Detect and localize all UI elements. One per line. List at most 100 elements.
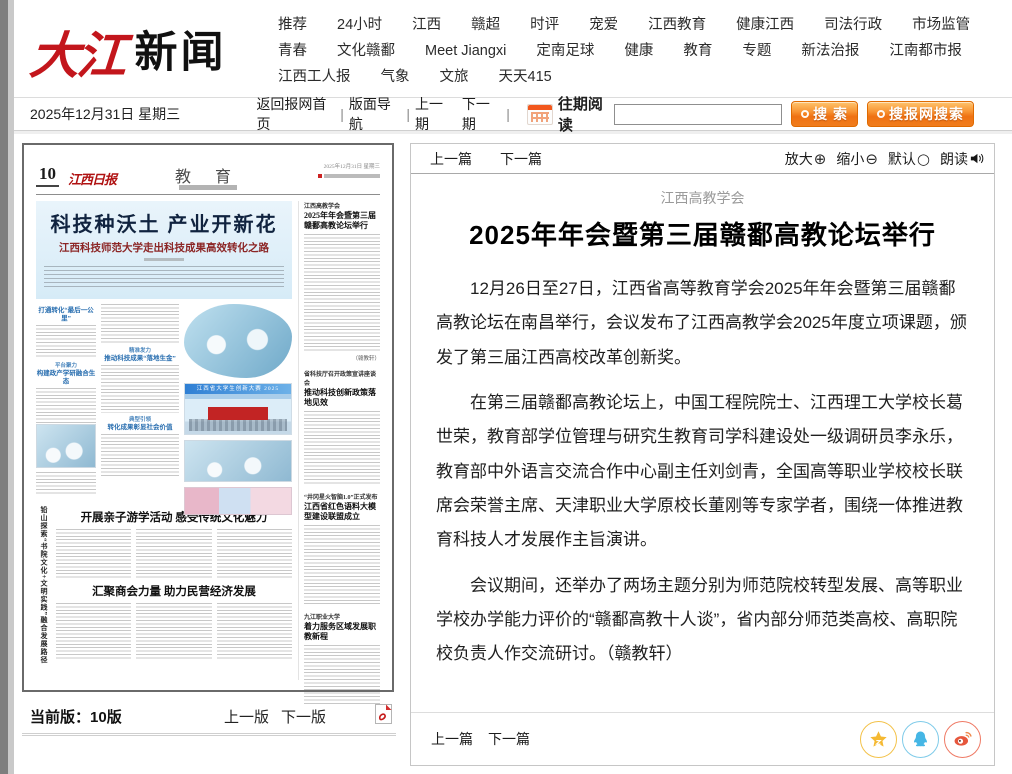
nav-link[interactable]: 文旅 [440,64,469,90]
share-buttons [860,721,981,758]
nav-link[interactable]: 市场监管 [912,12,970,38]
nav-row-3: 江西工人报 气象 文旅 天天415 [278,64,992,90]
article-toolbar: 上一篇 下一篇 放大⊕ 缩小⊖ 默认○ 朗读 [411,144,994,174]
site-logo[interactable]: 大江 新闻 [30,16,226,88]
search-button[interactable]: 搜 索 [791,101,858,127]
main-nav: 推荐 24小时 江西 赣超 时评 宠爱 江西教育 健康江西 司法行政 市场监管 青春 文化赣鄱 Mee… [278,12,992,90]
article-panel: 上一篇 下一篇 放大⊕ 缩小⊖ 默认○ 朗读 江西高教学会 2025年年会暨第三… [410,143,995,766]
prev-article-link[interactable]: 上一篇 [430,149,472,169]
search-area: 搜 索 搜报网搜索 [614,101,974,127]
nav-link[interactable]: 教育 [683,38,712,64]
paper-middle-columns: 打通转化“最后一公里” 平台聚力构建政产学研融合生态 精准发力推动科技成果“落地… [36,304,292,500]
nav-link[interactable]: 江南都市报 [889,38,962,64]
article-body: 12月26日至27日，江西省高等教育学会2025年年会暨第三届赣鄱高教论坛在南昌… [436,272,969,672]
footer-prev-article-link[interactable]: 上一篇 [431,729,473,749]
section-header-1: 打通转化“最后一公里” [36,307,96,323]
nav-link[interactable]: 新法治报 [801,38,859,64]
default-size-button[interactable]: 默认○ [888,149,930,169]
nav-link[interactable]: 气象 [381,64,410,90]
right-article-2[interactable]: 省科技厅召开政策宣讲座谈会 推动科技创新政策落地见效 [304,369,380,485]
text-lines [36,325,96,359]
paper-column-2: 精准发力推动科技成果“落地生金” 典型引领转化成果彰显社会价值 [101,304,179,500]
search-input[interactable] [614,104,782,125]
logo-black-text: 新闻 [134,18,226,80]
text-columns [56,603,292,659]
right-article-4[interactable]: 九江职业大学 着力服务区域发展职教新程 [304,612,380,705]
nav-link[interactable]: 司法行政 [824,12,882,38]
qzone-icon [868,729,889,750]
next-article-link[interactable]: 下一篇 [500,149,542,169]
pdf-icon[interactable] [375,704,392,728]
window-edge [0,0,8,774]
home-link[interactable]: 返回报网首页 [256,94,335,134]
text-lines [304,525,380,605]
nav-link[interactable]: 江西工人报 [278,64,351,90]
nav-link[interactable]: 江西教育 [648,12,706,38]
calendar-icon[interactable] [527,104,553,125]
article-paragraph: 会议期间，还举办了两场主题分别为师范院校转型发展、高等职业学校办学能力评价的“赣… [436,569,969,672]
right-article-3[interactable]: “井冈星火智脑1.0”正式发布 江西省红色语料大模型建设联盟成立 [304,492,380,605]
nav-link[interactable]: 天天415 [499,64,552,90]
section-header-4: 典型引领转化成果彰显社会价值 [101,416,179,432]
text-lines [101,304,179,344]
qq-share-button[interactable] [902,721,939,758]
issue-toolbar: 2025年12月31日 星期三 返回报网首页| 版面导航| 上一期 下一期| 往… [14,97,1012,131]
newspaper-page: 10 江西日报 教 育 2025年12月31日 星期三 科技种沃土 产业开新花 … [36,155,380,680]
section-header-2: 平台聚力构建政产学研融合生态 [36,362,96,386]
nav-link[interactable]: 专题 [742,38,771,64]
site-search-button-label: 搜报网搜索 [889,104,964,124]
archive-link[interactable]: 往期阅读 [558,93,614,135]
nav-link[interactable]: 赣超 [471,12,500,38]
issue-links: 返回报网首页| 版面导航| 上一期 下一期| 往期阅读 [256,93,614,135]
article-footer: 上一篇 下一篇 [411,712,994,765]
paper-page-number: 10 [36,164,59,187]
bottom-headline-2: 汇聚商会力量 助力民营经济发展 [56,583,292,599]
next-page-link[interactable]: 下一版 [281,706,326,727]
nav-link[interactable]: 文化赣鄱 [337,38,395,64]
nav-link[interactable]: 时评 [530,12,559,38]
magnifier-icon [801,110,809,118]
site-search-button[interactable]: 搜报网搜索 [867,101,974,127]
right-article-headline: 2025年年会暨第三届赣鄱高教论坛举行 [304,211,380,231]
next-issue-link[interactable]: 下一期 [462,94,501,134]
paper-feature-article[interactable]: 科技种沃土 产业开新花 江西科技师范大学走出科技成果高效转化之路 [36,201,292,299]
right-article-sign: （赣教轩） [304,354,380,362]
nav-link[interactable]: 24小时 [337,12,382,38]
right-article-headline: 推动科技创新政策落地见效 [304,388,380,408]
vertical-headline: 铅山探索“书院文化+文明实践”融合发展路径 [36,506,51,676]
feature-intro-textlines [44,266,284,290]
paper-bottom-center: 开展亲子游学活动 感受传统文化魅力 汇聚商会力量 助力民营经济发展 [56,506,292,676]
prev-issue-link[interactable]: 上一期 [415,94,454,134]
text-lines [36,388,96,424]
prev-page-link[interactable]: 上一版 [224,706,269,727]
zoom-in-button[interactable]: 放大⊕ [785,149,827,169]
nav-link[interactable]: 宠爱 [589,12,618,38]
qq-icon [910,729,931,750]
logo-red-text: 大江 [27,16,126,88]
read-aloud-button[interactable]: 朗读 [940,149,984,169]
nav-link[interactable]: 健康江西 [736,12,794,38]
nav-link[interactable]: Meet Jiangxi [425,38,506,64]
crowd-figures [189,419,287,431]
layout-nav-link[interactable]: 版面导航 [349,94,402,134]
nav-link[interactable]: 健康 [624,38,653,64]
banner-caption: 江西省大学生创新大赛 2025 [185,384,291,394]
paper-photo-collage: 江西省大学生创新大赛 2025 [184,304,292,500]
paper-contact-line [318,174,380,178]
paper-date: 2025年12月31日 星期三 [318,163,380,178]
weibo-share-button[interactable] [944,721,981,758]
zoom-out-button[interactable]: 缩小⊖ [836,149,878,169]
feature-byline [144,258,184,261]
zoom-out-icon: ⊖ [865,150,878,168]
footer-next-article-link[interactable]: 下一篇 [488,729,530,749]
right-article-1[interactable]: 江西高教学会 2025年年会暨第三届赣鄱高教论坛举行 （赣教轩） [304,201,380,362]
nav-link[interactable]: 推荐 [278,12,307,38]
nav-link[interactable]: 青春 [278,38,307,64]
newspaper-page-thumbnail[interactable]: 10 江西日报 教 育 2025年12月31日 星期三 科技种沃土 产业开新花 … [22,143,394,692]
article-kicker: 江西高教学会 [411,188,994,208]
paper-masthead: 10 江西日报 教 育 2025年12月31日 星期三 [36,155,380,195]
nav-link[interactable]: 定南足球 [536,38,594,64]
paper-section-title: 教 育 [175,163,241,187]
nav-link[interactable]: 江西 [412,12,441,38]
qzone-share-button[interactable] [860,721,897,758]
